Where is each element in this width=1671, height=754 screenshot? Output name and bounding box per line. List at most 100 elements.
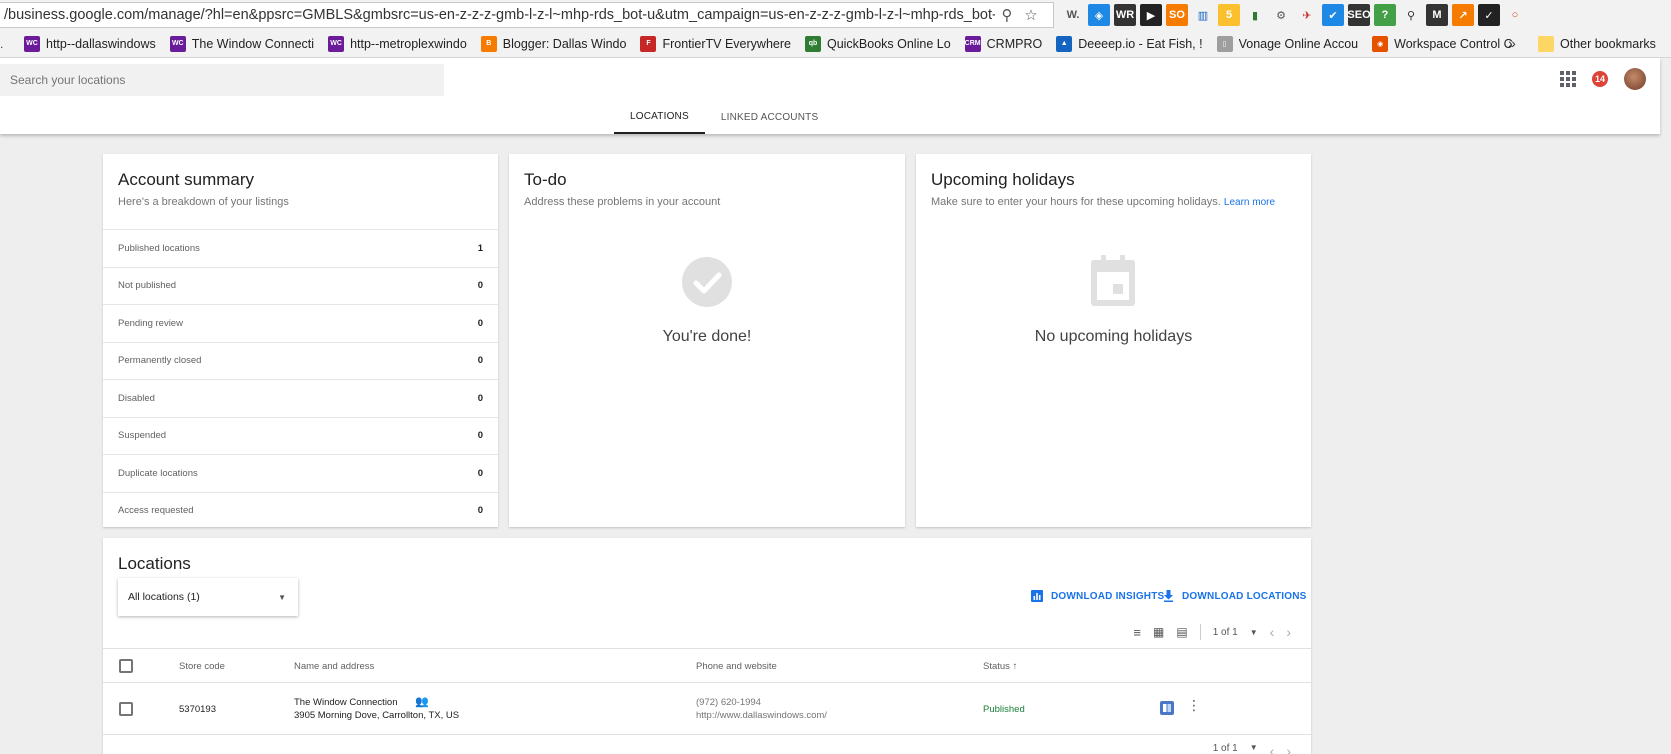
pager-dropdown-icon[interactable]: ▼: [1250, 628, 1258, 637]
todo-card: To-do Address these problems in your acc…: [509, 154, 905, 527]
extension-icon[interactable]: ✔: [1322, 4, 1344, 26]
bookmark-item[interactable]: WC http--dallaswindows: [24, 35, 156, 52]
bookmark-item[interactable]: ◉ Workspace Control C: [1372, 35, 1513, 52]
row-checkbox[interactable]: [119, 702, 133, 716]
tab-linked-accounts[interactable]: LINKED ACCOUNTS: [705, 100, 834, 134]
location-address: 3905 Morning Dove, Carrollton, TX, US: [294, 710, 460, 721]
bookmark-star-icon[interactable]: ☆: [1019, 6, 1043, 24]
bookmark-item[interactable]: ▲ Deeeep.io - Eat Fish, !: [1056, 35, 1203, 52]
extension-icon[interactable]: ↗: [1452, 4, 1474, 26]
shared-users-icon: 👥: [415, 696, 429, 708]
column-status[interactable]: Status ↑: [983, 661, 1017, 672]
extension-icon[interactable]: WR: [1114, 4, 1136, 26]
business-page-icon[interactable]: [1160, 701, 1174, 715]
todo-title: To-do: [524, 170, 567, 189]
prev-page-icon[interactable]: ‹: [1270, 624, 1275, 640]
app-header: Search your locations 14 LOCATIONS LINKE…: [0, 58, 1660, 134]
avatar[interactable]: [1624, 68, 1646, 90]
sort-icon[interactable]: ≡: [1133, 625, 1141, 640]
extension-icon[interactable]: M: [1426, 4, 1448, 26]
summary-row-label: Disabled: [118, 392, 155, 404]
extension-icon[interactable]: 5: [1218, 4, 1240, 26]
location-website[interactable]: http://www.dallaswindows.com/: [696, 710, 827, 721]
bookmark-label: Vonage Online Accou: [1238, 36, 1359, 51]
bookmark-label: QuickBooks Online Lo: [826, 36, 951, 51]
notification-badge[interactable]: 14: [1592, 71, 1608, 87]
bookmark-favicon-icon: WC: [169, 35, 186, 52]
bottom-pager-label: 1 of 1: [1212, 743, 1238, 754]
extensions-bar: W. ◈ WR ▶ SO ▥ 5 ▮ ⚙ ✈ ✔ SEO? ⚲ M ↗ ✓ ○: [1062, 4, 1526, 26]
bookmark-item[interactable]: CRM CRMPRO: [964, 35, 1042, 52]
extension-icon[interactable]: W.: [1062, 4, 1084, 26]
bottom-pager-dropdown-icon[interactable]: ▼: [1250, 743, 1258, 754]
locations-card: Locations All locations (1) ▼ DOWNLOAD I…: [103, 538, 1311, 754]
other-bookmarks[interactable]: Other bookmarks: [1538, 36, 1656, 52]
summary-row[interactable]: Pending review 0: [103, 304, 498, 342]
more-options-icon[interactable]: ⋮: [1187, 698, 1201, 712]
summary-row[interactable]: Disabled 0: [103, 379, 498, 417]
bookmark-label: Workspace Control C: [1394, 36, 1513, 51]
bookmark-item[interactable]: B Blogger: Dallas Windo: [480, 35, 627, 52]
extension-icon[interactable]: ▮: [1244, 4, 1266, 26]
extension-icon[interactable]: SO: [1166, 4, 1188, 26]
bottom-next-page-icon[interactable]: ›: [1286, 743, 1291, 754]
browser-toolbar: /business.google.com/manage/?hl=en&ppsrc…: [0, 0, 1671, 30]
extension-icon[interactable]: SEO: [1347, 4, 1371, 26]
bookmarks-overflow-icon[interactable]: »: [1508, 35, 1516, 51]
location-name[interactable]: The Window Connection: [294, 697, 398, 708]
column-phone-website[interactable]: Phone and website: [696, 661, 777, 672]
column-name-address[interactable]: Name and address: [294, 661, 374, 672]
extension-icon[interactable]: ◈: [1088, 4, 1110, 26]
search-input[interactable]: Search your locations: [0, 64, 444, 96]
bookmark-label: FrontierTV Everywhere: [662, 36, 791, 51]
table-row[interactable]: 5370193 The Window Connection 👥 3905 Mor…: [103, 683, 1311, 735]
summary-row[interactable]: Published locations 1: [103, 229, 498, 267]
summary-row[interactable]: Duplicate locations 0: [103, 454, 498, 492]
zoom-icon[interactable]: ⚲: [995, 6, 1019, 24]
bookmark-item[interactable]: WC http--metroplexwindo: [328, 35, 467, 52]
summary-row[interactable]: Suspended 0: [103, 416, 498, 455]
bookmark-item[interactable]: WC The Window Connecti: [169, 35, 314, 52]
bookmark-label: Blogger: Dallas Windo: [502, 36, 627, 51]
extension-icon[interactable]: ⚲: [1400, 4, 1422, 26]
summary-row[interactable]: Access requested 0: [103, 491, 498, 530]
summary-row-label: Duplicate locations: [118, 467, 198, 479]
bookmark-item[interactable]: F FrontierTV Everywhere: [640, 35, 791, 52]
extension-icon[interactable]: ▥: [1192, 4, 1214, 26]
extension-icon[interactable]: ⚙: [1270, 4, 1292, 26]
holidays-subtitle: Make sure to enter your hours for these …: [931, 196, 1275, 208]
summary-row-label: Pending review: [118, 317, 183, 329]
next-page-icon[interactable]: ›: [1286, 624, 1291, 640]
bottom-pager: 1 of 1 ▼ ‹ ›: [1213, 743, 1291, 754]
download-locations-button[interactable]: DOWNLOAD LOCATIONS: [1163, 590, 1307, 602]
map-view-icon[interactable]: ▤: [1176, 625, 1187, 639]
summary-row[interactable]: Not published 0: [103, 266, 498, 305]
bookmark-item[interactable]: qb QuickBooks Online Lo: [804, 35, 951, 52]
dropdown-arrow-icon: ▼: [278, 592, 286, 602]
locations-filter-dropdown[interactable]: All locations (1) ▼: [118, 578, 298, 616]
learn-more-link[interactable]: Learn more: [1224, 197, 1275, 208]
pager: 1 of 1 ▼ ‹ ›: [1199, 624, 1291, 640]
holidays-message: No upcoming holidays: [1034, 328, 1193, 345]
bottom-prev-page-icon[interactable]: ‹: [1270, 743, 1275, 754]
grid-view-icon[interactable]: ▦: [1153, 625, 1164, 639]
extension-icon[interactable]: ?: [1374, 4, 1396, 26]
locations-title: Locations: [118, 554, 191, 573]
summary-row-value: 0: [477, 355, 483, 367]
extension-icon[interactable]: ○: [1504, 4, 1526, 26]
tab-bar: LOCATIONS LINKED ACCOUNTS: [614, 100, 834, 134]
download-insights-button[interactable]: DOWNLOAD INSIGHTS: [1031, 590, 1164, 602]
extension-icon[interactable]: ▶: [1140, 4, 1162, 26]
extension-icon[interactable]: ✈: [1296, 4, 1318, 26]
calendar-icon: [1091, 255, 1135, 306]
column-store-code[interactable]: Store code: [179, 661, 225, 672]
apps-grid-icon[interactable]: [1560, 71, 1576, 87]
address-bar[interactable]: /business.google.com/manage/?hl=en&ppsrc…: [0, 2, 1054, 28]
select-all-checkbox[interactable]: [119, 659, 133, 673]
bookmark-item[interactable]: ▯ Vonage Online Accou: [1216, 35, 1359, 52]
summary-row[interactable]: Permanently closed 0: [103, 341, 498, 380]
extension-icon[interactable]: ✓: [1478, 4, 1500, 26]
url-text[interactable]: /business.google.com/manage/?hl=en&ppsrc…: [0, 7, 995, 23]
summary-row-value: 0: [477, 505, 483, 517]
tab-locations[interactable]: LOCATIONS: [614, 100, 705, 134]
